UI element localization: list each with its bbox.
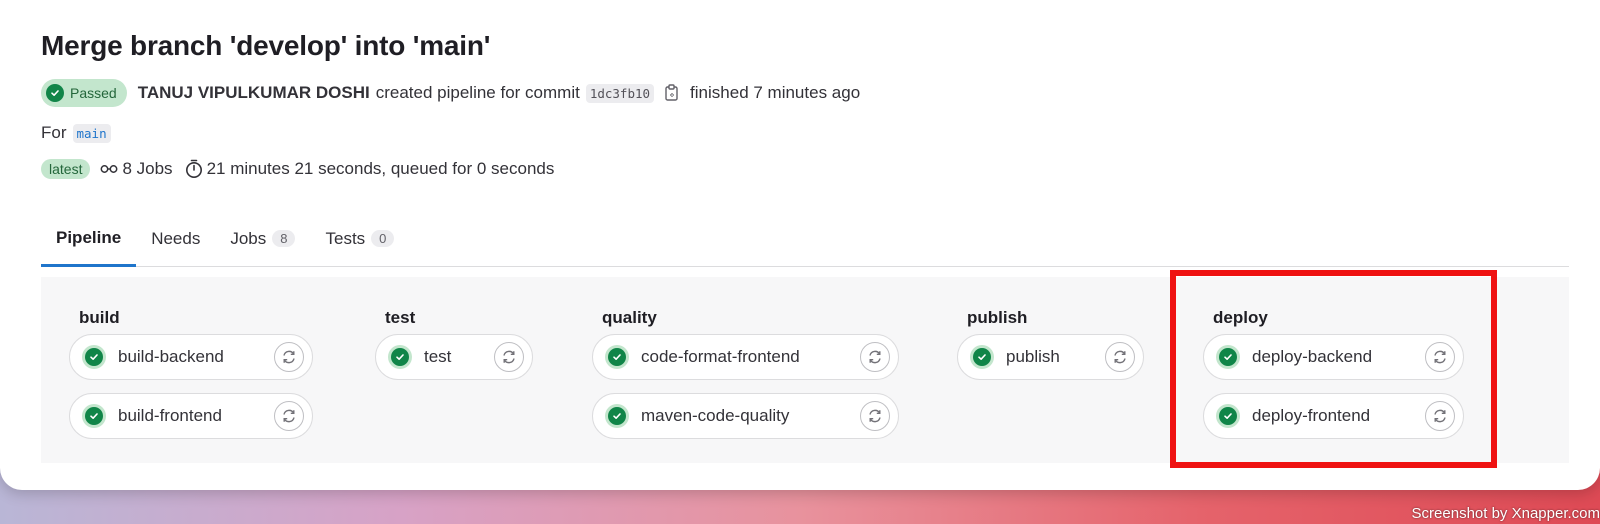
tab-count-badge: 8 (272, 230, 296, 247)
pipeline-meta: Passed TANUJ VIPULKUMAR DOSHI created pi… (41, 79, 860, 107)
jobs-count: 8 Jobs (122, 159, 173, 178)
stage-title-test: test (385, 308, 416, 327)
tab-jobs[interactable]: Jobs 8 (215, 212, 310, 265)
stage-title-quality: quality (602, 308, 657, 327)
check-circle-icon (82, 345, 106, 369)
check-circle-icon (605, 345, 629, 369)
check-circle-icon (82, 404, 106, 428)
retry-icon[interactable] (860, 342, 890, 372)
job-test[interactable]: test (375, 334, 533, 380)
pipeline-stats: latest 8 Jobs 21 minutes 21 seconds, que… (41, 156, 554, 182)
tab-tests[interactable]: Tests 0 (310, 212, 409, 265)
timer-icon (185, 159, 203, 179)
job-deploy-backend[interactable]: deploy-backend (1203, 334, 1464, 380)
status-badge-label: Passed (70, 85, 117, 101)
commit-sha[interactable]: 1dc3fb10 (585, 83, 655, 103)
retry-icon[interactable] (1425, 401, 1455, 431)
pipeline-icon (100, 162, 118, 176)
retry-icon[interactable] (1425, 342, 1455, 372)
check-circle-icon (605, 404, 629, 428)
for-label: For (41, 123, 67, 142)
job-name: code-format-frontend (641, 347, 800, 366)
job-build-backend[interactable]: build-backend (69, 334, 313, 380)
check-circle-icon (1216, 345, 1240, 369)
tab-label: Pipeline (56, 228, 122, 247)
job-publish[interactable]: publish (957, 334, 1144, 380)
author-name[interactable]: TANUJ VIPULKUMAR DOSHI (138, 83, 370, 103)
page-title: Merge branch 'develop' into 'main' (41, 30, 491, 61)
branch-name[interactable]: main (72, 123, 111, 143)
tab-needs[interactable]: Needs (136, 212, 215, 265)
job-build-frontend[interactable]: build-frontend (69, 393, 313, 439)
retry-icon[interactable] (494, 342, 524, 372)
watermark: Screenshot by Xnapper.com (1411, 505, 1600, 522)
job-deploy-frontend[interactable]: deploy-frontend (1203, 393, 1464, 439)
job-name: build-frontend (118, 406, 222, 425)
retry-icon[interactable] (274, 401, 304, 431)
pipeline-tabs: Pipeline Needs Jobs 8 Tests 0 (41, 212, 1569, 267)
check-circle-icon (388, 345, 412, 369)
job-code-format-frontend[interactable]: code-format-frontend (592, 334, 899, 380)
finished-text: finished 7 minutes ago (690, 83, 861, 102)
pipeline-graph: build build-backend build-frontend test … (41, 277, 1569, 463)
stage-title-publish: publish (967, 308, 1028, 327)
tab-count-badge: 0 (371, 230, 395, 247)
check-circle-icon (46, 84, 64, 102)
stage-title-deploy: deploy (1213, 308, 1268, 327)
retry-icon[interactable] (860, 401, 890, 431)
job-name: test (424, 347, 452, 366)
check-circle-icon (1216, 404, 1240, 428)
retry-icon[interactable] (1105, 342, 1135, 372)
clipboard-icon[interactable] (664, 84, 680, 102)
job-name: build-backend (118, 347, 224, 366)
tab-pipeline[interactable]: Pipeline (41, 212, 137, 267)
pipeline-card: Merge branch 'develop' into 'main' Passe… (0, 0, 1600, 490)
retry-icon[interactable] (274, 342, 304, 372)
tab-label: Needs (151, 228, 201, 248)
latest-badge: latest (41, 159, 91, 179)
job-name: maven-code-quality (641, 406, 790, 425)
job-name: deploy-backend (1252, 347, 1373, 366)
tab-label: Jobs (230, 228, 267, 248)
job-maven-code-quality[interactable]: maven-code-quality (592, 393, 899, 439)
created-text: created pipeline for commit (375, 83, 580, 102)
job-name: publish (1006, 347, 1060, 366)
stage-title-build: build (79, 308, 120, 327)
tab-label: Tests (325, 228, 366, 248)
check-circle-icon (970, 345, 994, 369)
branch-row: For main (41, 121, 111, 145)
status-badge[interactable]: Passed (41, 79, 127, 107)
job-name: deploy-frontend (1252, 406, 1371, 425)
duration-text: 21 minutes 21 seconds, queued for 0 seco… (206, 159, 555, 178)
